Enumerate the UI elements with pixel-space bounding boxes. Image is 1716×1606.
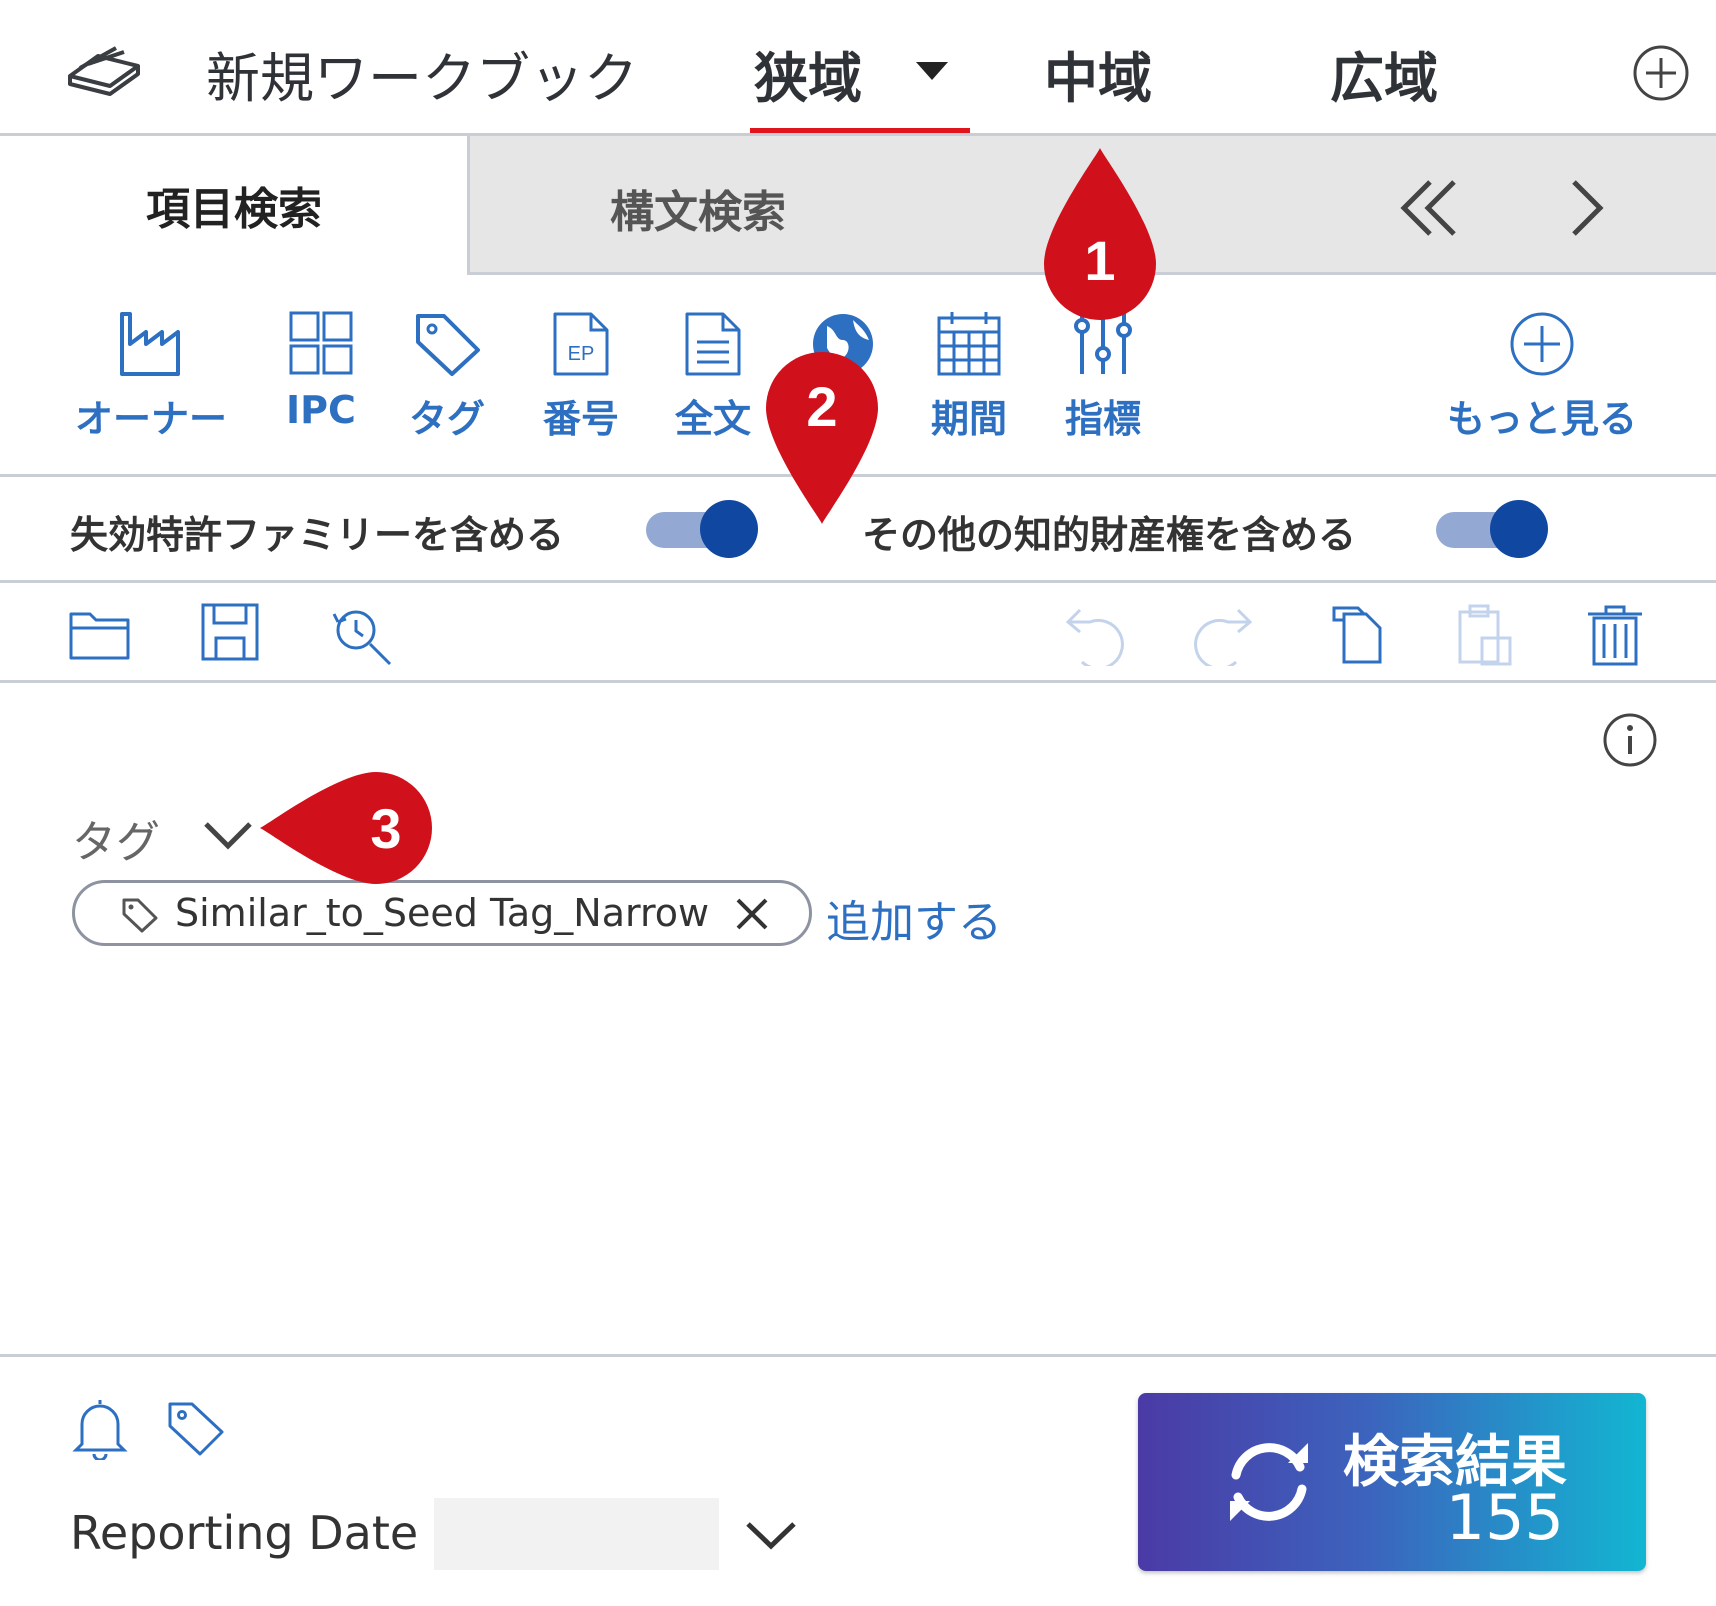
tag-icon [416,314,480,376]
callout-marker-1-label: 1 [1084,229,1116,292]
document-icon [685,312,741,376]
callout-marker-3-label: 3 [370,797,402,860]
tab-wide[interactable]: 広域 [1330,34,1438,113]
field-owner-label: オーナー [74,397,227,441]
field-tag[interactable]: タグ [372,310,522,460]
field-metric-label: 指標 [1064,397,1141,441]
ep-document-icon: EP [553,312,609,376]
chevron-right-icon[interactable] [1568,178,1604,242]
search-results-button[interactable]: 検索結果 155 [1138,1393,1646,1571]
tab-syntax-search[interactable]: 構文検索 [610,176,786,240]
footer-divider [0,1354,1716,1357]
add-tag-link[interactable]: 追加する [826,886,1002,950]
toggle-expired-families[interactable] [640,500,758,558]
callout-marker-2-label: 2 [806,375,838,438]
paste-icon[interactable] [1456,604,1514,666]
plus-circle-icon [1510,312,1574,376]
tab-separator [467,136,470,274]
callout-marker-3: 3 [258,770,444,886]
open-folder-icon[interactable] [68,604,132,660]
save-icon[interactable] [200,602,260,662]
toggles-divider [0,580,1716,583]
field-owner[interactable]: オーナー [75,310,227,460]
double-chevron-left-icon[interactable] [1398,178,1458,242]
tag-section-label: タグ [72,817,160,868]
field-period-label: 期間 [930,397,1007,441]
field-number-label: 番号 [542,397,619,441]
undo-icon[interactable] [1064,604,1124,666]
search-results-count: 155 [1445,1481,1564,1554]
toggle-other-ip-label: その他の知的財産権を含める [862,513,1357,557]
workbook-title[interactable]: 新規ワークブック [206,34,638,113]
toolbar-divider [0,680,1716,683]
reporting-date-label: Reporting Date [70,1506,419,1560]
chevron-down-icon[interactable] [202,818,254,856]
tab-narrow[interactable]: 狭域 [754,34,862,113]
redo-icon[interactable] [1194,604,1254,666]
info-icon[interactable] [1602,712,1658,772]
callout-marker-2: 2 [762,348,882,528]
add-tab-icon[interactable] [1632,44,1690,106]
field-tag-label: タグ [408,397,485,441]
trash-icon[interactable] [1586,604,1644,666]
tab-item-search-label: 項目検索 [146,184,322,235]
footer-tag-icon[interactable] [166,1400,226,1460]
callout-marker-1: 1 [1040,146,1160,326]
search-history-icon[interactable] [330,604,394,666]
bell-icon[interactable] [72,1396,128,1464]
tab-medium[interactable]: 中域 [1044,34,1152,113]
toggle-other-ip-rights[interactable] [1430,500,1548,558]
copy-icon[interactable] [1328,604,1386,666]
field-metric[interactable]: 指標 [1028,310,1178,460]
reporting-date-select[interactable] [434,1498,719,1570]
grid-icon [289,311,353,375]
chip-tag-icon [121,897,159,937]
svg-text:EP: EP [568,343,595,365]
refresh-icon [1222,1435,1316,1533]
calendar-icon [937,312,1001,376]
more-fields-button[interactable]: もっと見る [1392,310,1692,460]
tab-item-search[interactable]: 項目検索 [0,136,468,274]
field-period[interactable]: 期間 [894,310,1044,460]
factory-icon [120,312,180,376]
more-fields-label: もっと見る [1446,397,1637,441]
reporting-date-chevron-icon[interactable] [744,1518,798,1556]
remove-tag-icon[interactable] [735,897,769,935]
workbook-stack-icon[interactable] [66,42,142,98]
tag-chip-label: Similar_to_Seed Tag_Narrow [175,891,710,935]
tag-chip[interactable]: Similar_to_Seed Tag_Narrow [72,880,812,946]
top-bar: 新規ワークブック 狭域 中域 広域 [0,0,1716,136]
caret-down-icon[interactable] [914,60,950,86]
field-number[interactable]: EP 番号 [506,310,656,460]
toggle-expired-label: 失効特許ファミリーを含める [70,513,565,557]
